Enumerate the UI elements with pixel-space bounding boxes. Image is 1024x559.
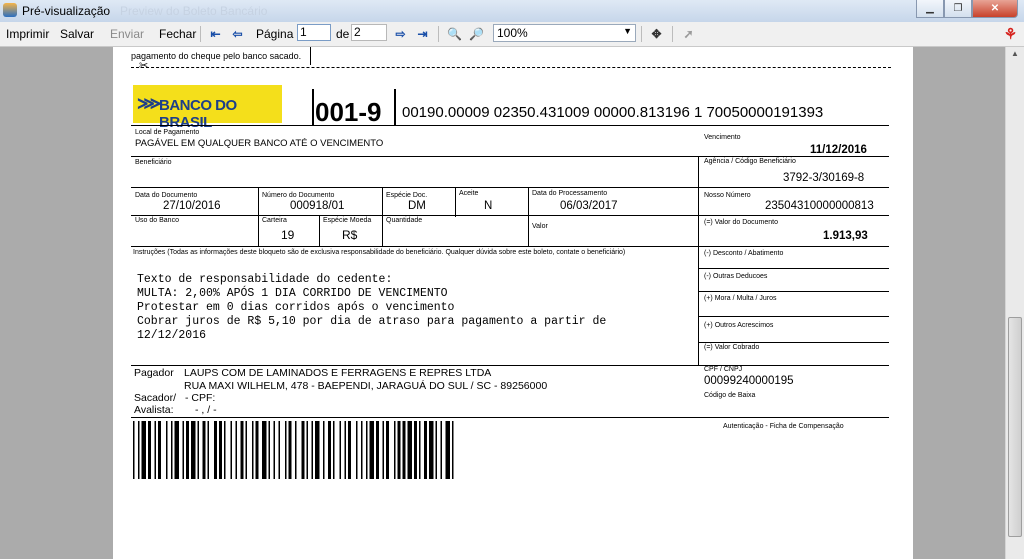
last-page-icon[interactable]: ⇥ [414,25,431,42]
zoom-select[interactable]: 100% ▼ [493,24,636,42]
especie-doc-value: DM [408,200,426,212]
avalista-value: - , / - [195,404,217,416]
valor-documento-label: (=) Valor do Documento [704,219,778,226]
bank-logo: ⋙ BANCO DO BRASIL [133,85,282,131]
local-pagamento-label: Local de Pagamento [135,129,200,136]
carteira-value: 19 [281,228,295,242]
digitable-line: 00190.00009 02350.431009 00000.813196 1 … [402,104,824,121]
beneficiario-label: Beneficiário [135,159,172,166]
nosso-numero-label: Nosso Número [704,192,751,199]
zoom-out-icon[interactable]: 🔍 [446,25,463,42]
valor-label: Valor [532,223,548,230]
numero-documento-value: 000918/01 [290,200,345,212]
especie-moeda-label: Espécie Moeda [323,217,372,224]
outras-deducoes-label: (-) Outras Deducoes [704,273,768,280]
desconto-label: (-) Desconto / Abatimento [704,250,784,257]
cut-line [131,67,891,68]
cpf-cnpj-value: 00099240000195 [704,375,794,387]
agencia-label: Agência / Código Beneficiário [704,158,796,165]
instrucoes-text: Texto de responsabilidade do cedente: MU… [137,273,606,343]
window-ghost-title: Preview do Boleto Bancário [120,4,268,18]
uso-banco-label: Uso do Banco [135,217,179,224]
zoom-value: 100% [497,26,528,40]
data-documento-value: 27/10/2016 [163,200,221,212]
page-label: Página [256,27,294,41]
avalista-label: Avalista: [134,404,174,416]
scroll-up-icon[interactable]: ▲ [1008,49,1022,63]
outros-acrescimos-label: (+) Outros Acrescimos [704,322,774,329]
chevron-down-icon: ▼ [623,26,632,36]
first-page-icon[interactable]: ⇤ [207,25,224,42]
data-processamento-value: 06/03/2017 [560,200,618,212]
print-button[interactable]: Imprimir [6,27,49,41]
bank-code: 001-9 [315,97,382,127]
pagador-label: Pagador [134,367,174,379]
zoom-in-icon[interactable]: 🔎 [468,25,485,42]
especie-doc-label: Espécie Doc. [386,192,428,199]
nosso-numero-value: 23504310000000813 [765,200,874,212]
especie-moeda-value: R$ [342,228,358,242]
codigo-baixa-label: Código de Baixa [704,392,756,399]
agencia-value: 3792-3/30169-8 [783,172,865,184]
carteira-label: Carteira [262,217,287,224]
pagador-nome: LAUPS COM DE LAMINADOS E FERRAGENS E REP… [184,367,492,379]
vertical-scrollbar[interactable]: ▲ [1005,47,1024,559]
app-icon [3,3,17,17]
vencimento-value: 11/12/2016 [810,144,867,156]
scissors-icon: ✂ [139,60,149,72]
next-page-icon[interactable]: ⇨ [392,25,409,42]
valor-documento-value: 1.913,93 [823,230,868,242]
quantidade-label: Quantidade [386,217,423,224]
instrucao-line: Cobrar juros de R$ 5,10 por dia de atras… [137,315,607,328]
instrucoes-label: Instruções (Todas as informações deste b… [133,249,626,256]
data-processamento-label: Data do Processamento [532,190,608,197]
mora-label: (+) Mora / Multa / Juros [704,295,777,302]
window-title: Pré-visualização [22,4,111,18]
of-label: de [336,27,350,41]
toolbar: Imprimir Salvar Enviar Fechar ⇤ ⇦ Página… [0,22,1024,47]
numero-documento-label: Número do Documento [262,192,335,199]
cpf-cnpj-label: CPF / CNPJ [704,366,743,373]
valor-cobrado-label: (=) Valor Cobrado [704,344,760,351]
sacador-label: Sacador/ [134,392,177,404]
pagador-endereco: RUA MAXI WILHELM, 478 - BAEPENDI, JARAGU… [184,380,548,392]
aceite-label: Aceite [459,190,479,197]
instrucao-line: Protestar em 0 dias corridos após o venc… [137,301,455,314]
autenticacao-label: Autenticação - Ficha de Compensação [723,423,844,430]
sacador-value: - CPF: [185,392,216,404]
title-bar: Pré-visualização Preview do Boleto Bancá… [0,0,1024,23]
save-button[interactable]: Salvar [60,27,94,41]
instrucao-line: MULTA: 2,00% APÓS 1 DIA CORRIDO DE VENCI… [137,287,448,300]
right-gutter [913,47,1004,559]
instrucao-line: 12/12/2016 [137,329,207,342]
pointer-icon[interactable]: ➚ [680,25,697,42]
barcode [133,421,454,479]
vencimento-label: Vencimento [704,134,741,141]
brand-logo-icon: ⚘ [1003,25,1018,43]
instrucao-line: Texto de responsabilidade do cedente: [137,273,393,286]
local-pagamento-value: PAGÁVEL EM QUALQUER BANCO ATÉ O VENCIMEN… [135,138,384,149]
page-number-input[interactable]: 1 [297,24,331,41]
data-documento-label: Data do Documento [135,192,198,199]
close-button[interactable]: Fechar [159,27,196,41]
maximize-button[interactable]: ❐ [944,0,972,18]
minimize-button[interactable]: ▁ [916,0,944,18]
aceite-value: N [484,200,493,212]
left-gutter [0,47,113,559]
scrollbar-thumb[interactable] [1008,317,1022,537]
previous-page-icon[interactable]: ⇦ [229,25,246,42]
total-pages-field: 2 [351,24,387,41]
close-window-button[interactable]: ✕ [972,0,1018,18]
fit-page-icon[interactable]: ✥ [648,25,665,42]
send-button[interactable]: Enviar [110,27,144,41]
document-page: pagamento do cheque pelo banco sacado. ✂… [113,47,913,559]
previous-text: pagamento do cheque pelo banco sacado. [131,51,302,61]
